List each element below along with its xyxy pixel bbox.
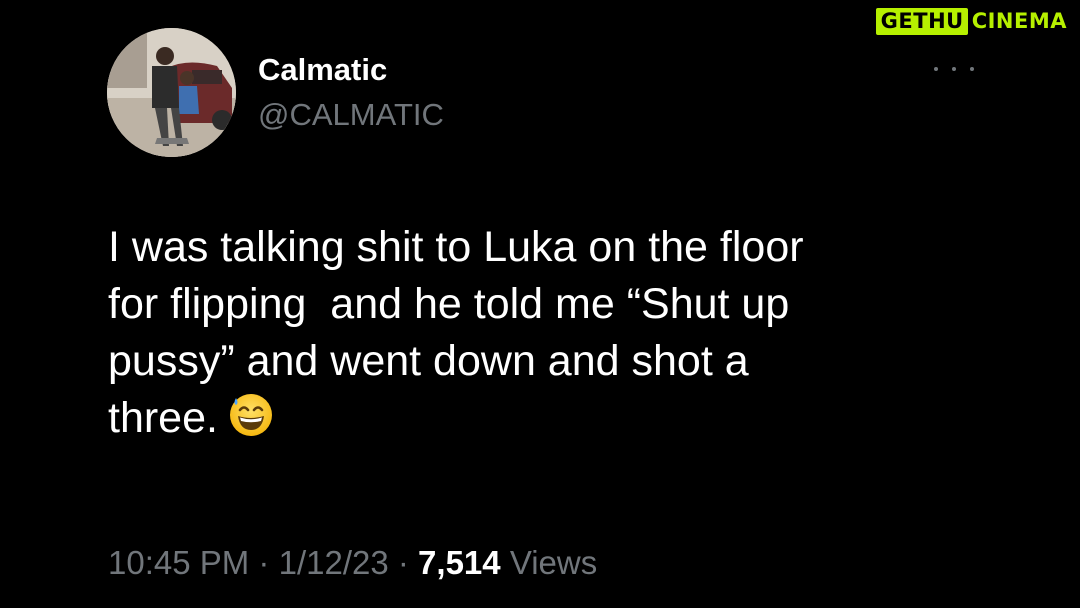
watermark-part-1: GETHU bbox=[875, 8, 968, 35]
author-handle[interactable]: @CALMATIC bbox=[258, 97, 444, 133]
tweet-text: I was talking shit to Luka on the floor … bbox=[108, 219, 988, 453]
meta-separator: · bbox=[397, 544, 409, 581]
more-dot bbox=[934, 67, 938, 71]
tweet-text-line: I was talking shit to Luka on the floor bbox=[108, 223, 804, 271]
tweet-text-line: pussy” and went down and shot a bbox=[108, 337, 749, 385]
author-name[interactable]: Calmatic bbox=[258, 52, 387, 88]
tweet-time[interactable]: 10:45 PM bbox=[108, 544, 249, 581]
tweet-meta: 10:45 PM · 1/12/23 · 7,514 Views bbox=[108, 544, 597, 582]
grinning-face-with-sweat-icon bbox=[228, 392, 274, 453]
avatar[interactable] bbox=[107, 28, 236, 157]
watermark-part-2: CINEMA bbox=[971, 9, 1067, 33]
tweet-text-line-content: three. bbox=[108, 394, 218, 442]
more-dot bbox=[970, 67, 974, 71]
tweet-date[interactable]: 1/12/23 bbox=[279, 544, 389, 581]
more-dot bbox=[952, 67, 956, 71]
gethu-cinema-watermark: GETHU CINEMA bbox=[875, 8, 1070, 35]
views-count[interactable]: 7,514 bbox=[418, 544, 501, 581]
tweet-text-line: for flipping and he told me “Shut up bbox=[108, 280, 790, 328]
avatar-photo bbox=[107, 28, 236, 157]
more-options-icon[interactable] bbox=[934, 62, 974, 76]
tweet-text-line-last: three. bbox=[108, 390, 988, 453]
meta-separator: · bbox=[258, 544, 270, 581]
views-label: Views bbox=[509, 544, 598, 581]
